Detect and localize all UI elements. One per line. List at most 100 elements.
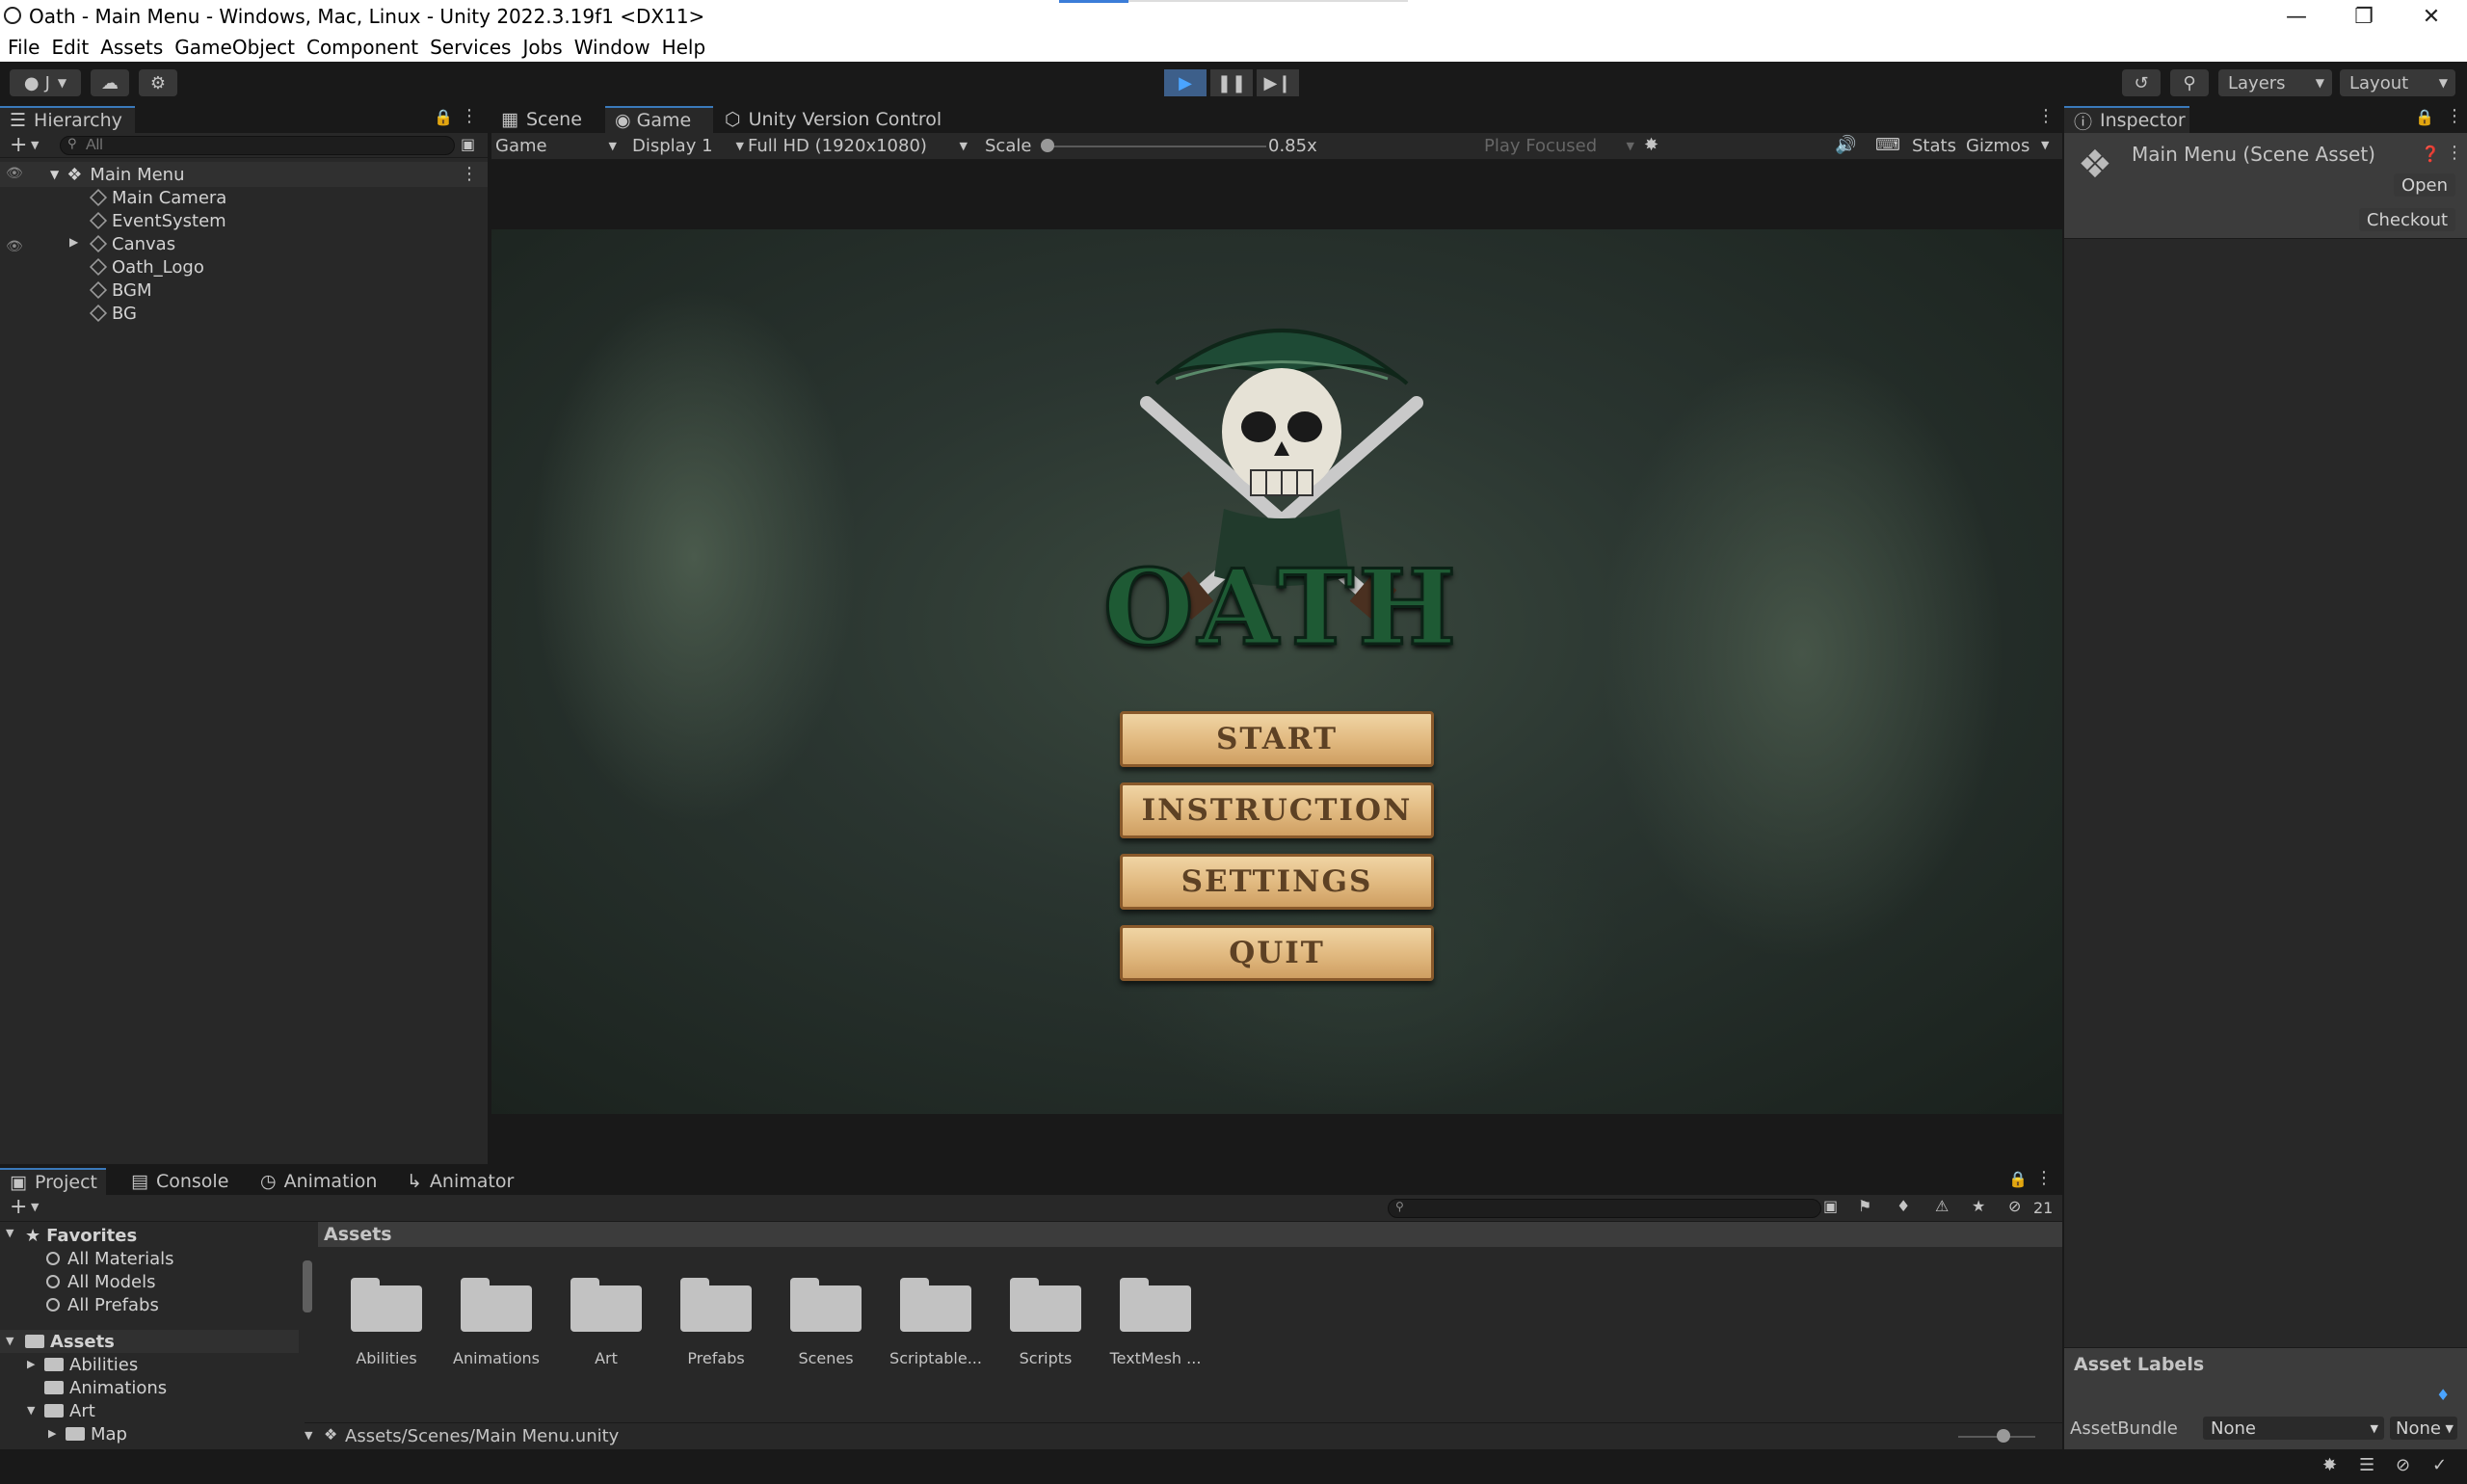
folder-icon[interactable] [680,1276,752,1332]
menu-jobs[interactable]: Jobs [522,36,562,59]
layers-dropdown[interactable]: Layers ▼ [2218,69,2332,96]
icon-size-slider-handle[interactable] [1997,1429,2010,1443]
visibility-icon[interactable]: 👁 [6,166,23,181]
menu-assets[interactable]: Assets [100,36,163,59]
folder-label-abilities[interactable]: Abilities [329,1349,444,1367]
step-button[interactable]: ▶❙ [1257,69,1299,96]
chevron-right-icon[interactable]: ▶ [27,1358,35,1370]
bug-icon[interactable]: ✸ [2322,1455,2337,1475]
menu-component[interactable]: Component [306,36,418,59]
settings-button[interactable]: SETTINGS [1120,854,1434,910]
instruction-button[interactable]: INSTRUCTION [1120,782,1434,838]
keyboard-icon[interactable]: ⌨ [1875,135,1900,155]
hierarchy-item-eventsystem[interactable]: EventSystem [89,209,226,232]
folder-icon[interactable] [900,1276,971,1332]
chevron-down-icon[interactable]: ▼ [2041,139,2049,151]
cloud-icon[interactable]: ☁ [91,69,129,96]
scale-slider-track[interactable] [1048,146,1266,147]
kebab-menu-icon[interactable]: ⋮ [2035,1168,2053,1188]
tree-map[interactable]: Map [66,1422,127,1445]
add-icon[interactable]: + [10,1195,27,1219]
tag-icon[interactable]: ♦ [2436,1386,2450,1404]
play-button[interactable]: ▶ [1164,69,1207,96]
stack-icon[interactable]: ☰ [2359,1455,2374,1475]
restore-icon[interactable]: ❐ [2330,0,2398,33]
folder-label-art[interactable]: Art [548,1349,664,1367]
folder-icon[interactable] [790,1276,862,1332]
kebab-menu-icon[interactable]: ⋮ [461,164,478,184]
project-search-input[interactable] [1388,1199,1821,1218]
hierarchy-search-input[interactable] [60,136,455,155]
hierarchy-item-oath-logo[interactable]: Oath_Logo [89,255,204,278]
chevron-down-icon[interactable]: ▼ [50,168,59,181]
tab-inspector[interactable]: ⓘ Inspector [2064,106,2189,133]
chevron-down-icon[interactable]: ▼ [305,1429,312,1442]
layout-dropdown[interactable]: Layout ▼ [2340,69,2455,96]
lock-icon[interactable]: 🔒 [434,108,453,126]
kebab-menu-icon[interactable]: ⋮ [2446,106,2463,126]
add-icon[interactable]: + [10,133,27,157]
label-icon[interactable]: ♦ [1897,1197,1910,1215]
folder-label-scenes[interactable]: Scenes [768,1349,884,1367]
tab-hierarchy[interactable]: ☰ Hierarchy [0,106,135,133]
audio-icon[interactable]: 🔊 [1835,135,1856,155]
folder-label-animations[interactable]: Animations [438,1349,554,1367]
filter-icon[interactable]: ▣ [461,135,475,153]
assetbundle-dropdown[interactable]: None ▼ [2203,1417,2384,1440]
assets-breadcrumb[interactable]: Assets [324,1224,392,1245]
folder-icon[interactable] [1120,1276,1191,1332]
tree-abilities[interactable]: Abilities [44,1353,138,1376]
folder-icon[interactable] [570,1276,642,1332]
tree-all-prefabs[interactable]: All Prefabs [46,1293,159,1316]
gizmos-button[interactable]: Gizmos [1966,136,2029,156]
stats-button[interactable]: Stats [1912,136,1956,156]
tree-art[interactable]: Art [44,1399,95,1422]
checkmark-icon[interactable]: ✓ [2432,1455,2447,1475]
help-icon[interactable]: ❓ [2421,145,2440,163]
menu-window[interactable]: Window [574,36,650,59]
history-icon[interactable]: ↺ [2122,69,2161,96]
folder-label-scriptable[interactable]: Scriptable... [878,1349,994,1367]
chevron-down-icon[interactable]: ▼ [31,139,39,151]
search-by-type-icon[interactable]: ▣ [1823,1197,1838,1215]
tab-game[interactable]: ◉ Game [605,106,713,133]
chevron-down-icon[interactable]: ▼ [27,1404,35,1417]
hierarchy-scene-root[interactable]: ▼ ❖ Main Menu [50,163,185,186]
network-icon[interactable]: ⊘ [2396,1455,2410,1475]
folder-icon[interactable] [1010,1276,1081,1332]
close-icon[interactable]: ✕ [2398,0,2465,33]
kebab-menu-icon[interactable]: ⋮ [2037,106,2055,126]
tree-all-materials[interactable]: All Materials [46,1247,174,1270]
tab-animation[interactable]: ◷ Animation [251,1168,395,1195]
quit-button[interactable]: QUIT [1120,925,1434,981]
tab-console[interactable]: ▤ Console [121,1168,237,1195]
star-icon[interactable]: ★ [1972,1197,1985,1215]
tree-all-models[interactable]: All Models [46,1270,155,1293]
tab-scene[interactable]: ▦ Scene [491,106,603,133]
tree-favorites[interactable]: ★ Favorites [25,1224,137,1247]
game-viewport[interactable]: OATH START INSTRUCTION SETTINGS QUIT [491,229,2062,1114]
folder-icon[interactable] [351,1276,422,1332]
menu-file[interactable]: File [8,36,40,59]
tab-project[interactable]: ▣ Project [0,1168,106,1195]
hierarchy-item-bgm[interactable]: BGM [89,278,152,302]
lock-icon[interactable]: 🔒 [2415,108,2434,126]
filter-type-icon[interactable]: ⚑ [1858,1197,1871,1215]
resolution-dropdown[interactable]: Full HD (1920x1080) ▼ [748,135,971,156]
tab-animator[interactable]: ↳ Animator [397,1168,522,1195]
game-mode-dropdown[interactable]: Game ▼ [495,135,621,156]
bug-icon[interactable]: ✸ [1644,135,1658,155]
tree-scrollbar[interactable] [303,1260,312,1312]
search-icon[interactable]: ⚲ [2170,69,2209,96]
chevron-right-icon[interactable]: ▶ [48,1427,56,1440]
chevron-down-icon[interactable]: ▼ [6,1335,13,1347]
tree-animations[interactable]: Animations [44,1376,167,1399]
kebab-menu-icon[interactable]: ⋮ [2446,143,2463,163]
hidden-eye-icon[interactable]: ⊘ [2008,1197,2021,1215]
pause-button[interactable]: ❚❚ [1210,69,1253,96]
start-button[interactable]: START [1120,711,1434,767]
lock-icon[interactable]: 🔒 [2008,1170,2028,1188]
chevron-down-icon[interactable]: ▼ [6,1227,13,1239]
menu-gameobject[interactable]: GameObject [174,36,295,59]
menu-services[interactable]: Services [430,36,511,59]
